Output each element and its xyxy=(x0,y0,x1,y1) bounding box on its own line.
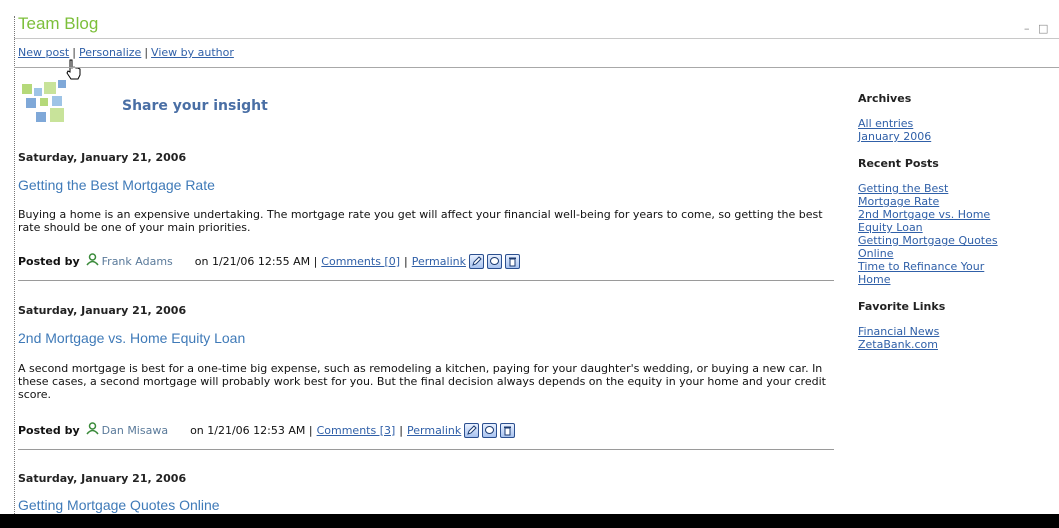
post-body: Buying a home is an expensive undertakin… xyxy=(18,208,823,234)
favorite-links-section: Favorite Links Financial News ZetaBank.c… xyxy=(858,300,1048,351)
tiles-logo-icon xyxy=(20,80,80,132)
toolbar-divider xyxy=(14,67,1059,68)
toolbar-separator: | xyxy=(144,46,149,59)
post-title-link[interactable]: 2nd Mortgage vs. Home Equity Loan xyxy=(18,330,245,346)
favorite-link[interactable]: ZetaBank.com xyxy=(858,338,1048,351)
recent-post-link[interactable]: Online xyxy=(858,247,1048,260)
post-meta: Posted by Frank Adams on 1/21/06 12:55 A… xyxy=(18,253,520,269)
title-bar xyxy=(14,16,1059,39)
post-divider xyxy=(18,449,834,450)
archive-link[interactable]: January 2006 xyxy=(858,130,1048,143)
author-name[interactable]: Dan Misawa xyxy=(102,424,168,437)
post-date: Saturday, January 21, 2006 xyxy=(18,304,187,317)
post-date: Saturday, January 21, 2006 xyxy=(18,151,187,164)
blog-window: Team Blog – □ New post | Personalize | View … xyxy=(0,0,1059,528)
post-body: A second mortgage is best for a one-time… xyxy=(18,362,826,401)
minimize-icon[interactable]: – xyxy=(1024,22,1030,35)
page-title: Team Blog xyxy=(18,14,99,33)
recent-post-link[interactable]: Mortgage Rate xyxy=(858,195,1048,208)
meta-separator: | xyxy=(404,254,408,268)
delete-icon[interactable] xyxy=(504,253,520,269)
sidebar-heading: Archives xyxy=(858,92,912,105)
sidebar-heading: Recent Posts xyxy=(858,157,939,170)
recent-post-link[interactable]: Getting the Best xyxy=(858,182,1048,195)
comments-link[interactable]: Comments [0] xyxy=(321,255,400,268)
view-by-author-link[interactable]: View by author xyxy=(151,46,234,59)
comments-link[interactable]: Comments [3] xyxy=(317,424,396,437)
recent-post-link[interactable]: Equity Loan xyxy=(858,221,1048,234)
new-post-link[interactable]: New post xyxy=(18,46,69,59)
archives-section: Archives All entries January 2006 xyxy=(858,92,1048,143)
post-title-link[interactable]: Getting the Best Mortgage Rate xyxy=(18,177,215,193)
user-icon xyxy=(86,253,99,269)
sidebar-heading: Favorite Links xyxy=(858,300,946,313)
post-divider xyxy=(18,280,834,281)
comment-icon[interactable] xyxy=(482,422,498,438)
recent-post-link[interactable]: Getting Mortgage Quotes xyxy=(858,234,1048,247)
posted-by-label: Posted by xyxy=(18,423,80,437)
recent-post-link[interactable]: Time to Refinance Your xyxy=(858,260,1048,273)
hero-title: Share your insight xyxy=(122,98,268,114)
sidebar: Archives All entries January 2006 Recent… xyxy=(858,92,1048,365)
post-timestamp: on 1/21/06 12:55 AM | xyxy=(194,254,318,268)
posted-by-label: Posted by xyxy=(18,254,80,268)
permalink-link[interactable]: Permalink xyxy=(412,255,466,268)
delete-icon[interactable] xyxy=(500,422,516,438)
bottom-edge xyxy=(0,514,1059,528)
favorite-link[interactable]: Financial News xyxy=(858,325,1048,338)
permalink-link[interactable]: Permalink xyxy=(407,424,461,437)
archive-link[interactable]: All entries xyxy=(858,117,1048,130)
recent-post-link[interactable]: Home xyxy=(858,273,1048,286)
post-date: Saturday, January 21, 2006 xyxy=(18,472,187,485)
personalize-link[interactable]: Personalize xyxy=(79,46,141,59)
recent-posts-section: Recent Posts Getting the Best Mortgage R… xyxy=(858,157,1048,286)
post-timestamp: on 1/21/06 12:53 AM | xyxy=(190,423,313,437)
recent-post-link[interactable]: 2nd Mortgage vs. Home xyxy=(858,208,1048,221)
edit-icon[interactable] xyxy=(468,253,484,269)
meta-separator: | xyxy=(399,423,404,437)
post-title-link[interactable]: Getting Mortgage Quotes Online xyxy=(18,497,220,513)
user-icon xyxy=(86,422,99,438)
maximize-icon[interactable]: □ xyxy=(1038,22,1048,35)
edit-icon[interactable] xyxy=(464,422,480,438)
frame-border xyxy=(14,16,15,514)
toolbar: New post | Personalize | View by author xyxy=(18,46,234,59)
author-name[interactable]: Frank Adams xyxy=(102,255,173,268)
comment-icon[interactable] xyxy=(486,253,502,269)
post-meta: Posted by Dan Misawa on 1/21/06 12:53 AM… xyxy=(18,422,516,438)
